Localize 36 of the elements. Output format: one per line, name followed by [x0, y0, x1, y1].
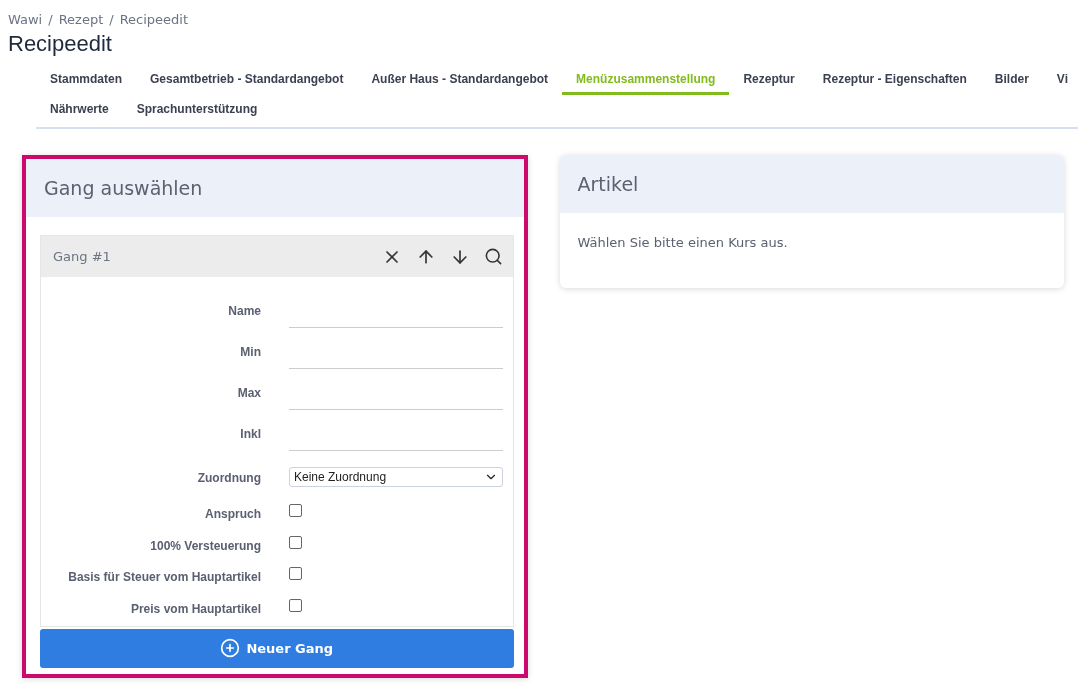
new-course-button[interactable]: Neuer Gang [40, 628, 514, 668]
plus-circle-icon [220, 638, 241, 658]
tab[interactable]: Rezeptur [729, 65, 809, 95]
search-icon[interactable] [483, 247, 503, 266]
breadcrumb-separator: / [48, 12, 53, 27]
breadcrumb-link[interactable]: Wawi [8, 12, 43, 27]
dropdown[interactable]: Keine Zuordnung [289, 467, 503, 487]
tab[interactable]: Nährwerte [36, 95, 123, 125]
breadcrumb-link[interactable]: Rezept [58, 12, 104, 27]
checkbox[interactable] [289, 504, 302, 517]
field-label: Min [239, 345, 261, 361]
field-label: Zuordnung [196, 471, 261, 487]
checkbox[interactable] [289, 598, 302, 612]
tab[interactable]: Bilder [980, 65, 1043, 95]
field-label: Anspruch [204, 507, 261, 523]
tab[interactable]: Außer Haus - Standardangebot [357, 65, 563, 95]
checkbox[interactable] [289, 535, 302, 549]
info-message: Wählen Sie bitte einen Kurs aus. [577, 235, 789, 250]
tab[interactable]: Sprachunterstützung [122, 95, 272, 125]
breadcrumb-link[interactable]: Recipeedit [119, 12, 189, 27]
tab[interactable]: Stammdaten [36, 65, 137, 95]
page-title: Recipeedit [8, 31, 113, 57]
tab[interactable]: Gesamtbetrieb - Standardangebot [136, 65, 358, 95]
tab[interactable]: Vi [1042, 65, 1078, 95]
field-label: Max [236, 386, 261, 402]
field-label: 100% Versteuerung [149, 538, 261, 555]
field-label: Name [227, 304, 261, 320]
field-label: Basis für Steuer vom Hauptartikel [67, 570, 261, 586]
breadcrumb-separator: / [109, 12, 114, 27]
card-title: Artikel [577, 173, 639, 195]
field-label: Inkl [239, 427, 261, 443]
field-label: Preis vom Hauptartikel [129, 601, 261, 618]
checkbox[interactable] [289, 567, 302, 580]
card-title: Gang auswählen [44, 177, 203, 199]
course-title: Gang #1 [53, 249, 112, 264]
tab[interactable]: Rezeptur - Eigenschaften [808, 65, 981, 95]
